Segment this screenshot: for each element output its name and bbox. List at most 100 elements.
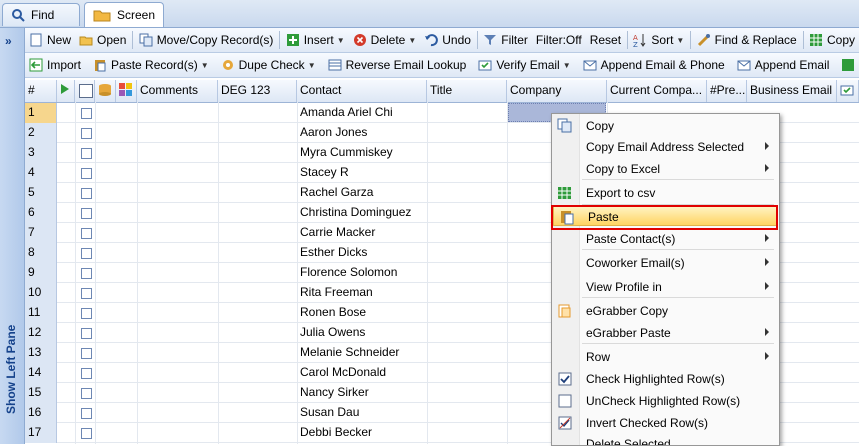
row-number[interactable]: 15 xyxy=(25,383,57,403)
header-comments[interactable]: Comments xyxy=(137,80,218,102)
row-number[interactable]: 8 xyxy=(25,243,57,263)
append-email-phone-button[interactable]: Append Email & Phone xyxy=(579,54,729,76)
sort-button[interactable]: AZSort▼ xyxy=(629,29,688,51)
row-number[interactable]: 5 xyxy=(25,183,57,203)
header-database[interactable] xyxy=(95,80,116,102)
header-colors[interactable] xyxy=(116,80,137,102)
menu-item-copy-email-address-selected[interactable]: Copy Email Address Selected xyxy=(552,137,779,157)
verify-email-button[interactable]: Verify Email▼ xyxy=(474,54,574,76)
row-number[interactable]: 10 xyxy=(25,283,57,303)
new-button[interactable]: New xyxy=(25,29,75,51)
header-current-company[interactable]: Current Compa... xyxy=(607,80,707,102)
paste-record-button[interactable]: Paste Record(s)▼ xyxy=(89,54,213,76)
row-number[interactable]: 7 xyxy=(25,223,57,243)
delete-button[interactable]: Delete▼ xyxy=(349,29,421,51)
tab-find[interactable]: Find xyxy=(2,3,80,26)
contact-cell[interactable]: Carrie Macker xyxy=(300,225,375,239)
menu-item-uncheck-highlighted-row-s[interactable]: UnCheck Highlighted Row(s) xyxy=(552,391,779,411)
contact-cell[interactable]: Julia Owens xyxy=(300,325,365,339)
contact-cell[interactable]: Rita Freeman xyxy=(300,285,373,299)
header-title[interactable]: Title xyxy=(427,80,507,102)
menu-item-copy-to-excel[interactable]: Copy to Excel xyxy=(552,159,779,179)
row-number[interactable]: 3 xyxy=(25,143,57,163)
contact-cell[interactable]: Carol McDonald xyxy=(300,365,386,379)
undo-button[interactable]: Undo xyxy=(420,29,475,51)
header-company[interactable]: Company xyxy=(507,80,607,102)
header-row-number[interactable]: # xyxy=(25,80,57,102)
row-number[interactable]: 1 xyxy=(25,103,57,123)
row-checkbox[interactable] xyxy=(81,108,92,119)
row-checkbox[interactable] xyxy=(81,308,92,319)
row-checkbox[interactable] xyxy=(81,188,92,199)
contact-cell[interactable]: Aaron Jones xyxy=(300,125,367,139)
row-checkbox[interactable] xyxy=(81,328,92,339)
contact-cell[interactable]: Debbi Becker xyxy=(300,425,372,439)
row-checkbox[interactable] xyxy=(81,128,92,139)
contact-cell[interactable]: Nancy Sirker xyxy=(300,385,369,399)
header-select-all[interactable] xyxy=(75,80,95,102)
append-email-button[interactable]: Append Email xyxy=(733,54,834,76)
row-checkbox[interactable] xyxy=(81,248,92,259)
menu-item-egrabber-copy[interactable]: eGrabber Copy xyxy=(552,301,779,321)
dupe-check-button[interactable]: Dupe Check▼ xyxy=(217,54,320,76)
row-checkbox[interactable] xyxy=(81,428,92,439)
contact-cell[interactable]: Florence Solomon xyxy=(300,265,397,279)
row-checkbox[interactable] xyxy=(81,268,92,279)
header-prev[interactable]: #Pre... xyxy=(707,80,747,102)
move-copy-button[interactable]: Move/Copy Record(s) xyxy=(135,29,278,51)
row-number[interactable]: 14 xyxy=(25,363,57,383)
copy-button[interactable]: Copy xyxy=(805,29,859,51)
row-number[interactable]: 16 xyxy=(25,403,57,423)
header-play[interactable] xyxy=(57,80,75,102)
row-number[interactable]: 2 xyxy=(25,123,57,143)
insert-button[interactable]: Insert▼ xyxy=(282,29,349,51)
header-deg123[interactable]: DEG 123 xyxy=(218,80,297,102)
menu-item-egrabber-paste[interactable]: eGrabber Paste xyxy=(552,323,779,343)
contact-cell[interactable]: Ronen Bose xyxy=(300,305,366,319)
row-number[interactable]: 13 xyxy=(25,343,57,363)
row-checkbox[interactable] xyxy=(81,368,92,379)
left-pane-toggle[interactable]: » Show Left Pane xyxy=(0,28,25,444)
menu-item-view-profile-in[interactable]: View Profile in xyxy=(552,277,779,297)
row-checkbox[interactable] xyxy=(81,168,92,179)
filter-button[interactable]: Filter xyxy=(479,29,532,51)
filter-off-button[interactable]: Filter:Off xyxy=(532,29,586,51)
row-checkbox[interactable] xyxy=(81,228,92,239)
row-checkbox[interactable] xyxy=(81,288,92,299)
row-number[interactable]: 6 xyxy=(25,203,57,223)
header-business-email[interactable]: Business Email xyxy=(747,80,837,102)
import-button[interactable]: Import xyxy=(25,54,85,76)
contact-cell[interactable]: Myra Cummiskey xyxy=(300,145,393,159)
header-contact[interactable]: Contact xyxy=(297,80,427,102)
menu-item-export-to-csv[interactable]: Export to csv xyxy=(552,183,779,203)
contact-cell[interactable]: Susan Dau xyxy=(300,405,359,419)
row-number[interactable]: 12 xyxy=(25,323,57,343)
menu-item-copy[interactable]: Copy xyxy=(552,116,779,136)
row-checkbox[interactable] xyxy=(81,208,92,219)
row-number[interactable]: 9 xyxy=(25,263,57,283)
contact-cell[interactable]: Rachel Garza xyxy=(300,185,373,199)
menu-item-check-highlighted-row-s[interactable]: Check Highlighted Row(s) xyxy=(552,369,779,389)
menu-item-row[interactable]: Row xyxy=(552,347,779,367)
contact-cell[interactable]: Stacey R xyxy=(300,165,349,179)
contact-cell[interactable]: Amanda Ariel Chi xyxy=(300,105,393,119)
menu-item-delete-selected[interactable]: Delete Selected xyxy=(552,434,779,446)
row-number[interactable]: 11 xyxy=(25,303,57,323)
row-checkbox[interactable] xyxy=(81,348,92,359)
select-all-checkbox[interactable] xyxy=(79,84,93,98)
menu-item-paste-contact-s[interactable]: Paste Contact(s) xyxy=(552,229,779,249)
menu-item-invert-checked-row-s[interactable]: Invert Checked Row(s) xyxy=(552,413,779,433)
reverse-email-lookup-button[interactable]: Reverse Email Lookup xyxy=(324,54,471,76)
append-button[interactable]: A xyxy=(837,54,859,76)
row-checkbox[interactable] xyxy=(81,148,92,159)
find-replace-button[interactable]: Find & Replace xyxy=(693,29,801,51)
contact-cell[interactable]: Esther Dicks xyxy=(300,245,367,259)
header-email-status[interactable] xyxy=(837,80,859,102)
open-button[interactable]: Open xyxy=(75,29,130,51)
contact-cell[interactable]: Melanie Schneider xyxy=(300,345,399,359)
row-number[interactable]: 17 xyxy=(25,423,57,443)
contact-cell[interactable]: Christina Dominguez xyxy=(300,205,411,219)
row-checkbox[interactable] xyxy=(81,408,92,419)
row-number[interactable]: 4 xyxy=(25,163,57,183)
row-checkbox[interactable] xyxy=(81,388,92,399)
